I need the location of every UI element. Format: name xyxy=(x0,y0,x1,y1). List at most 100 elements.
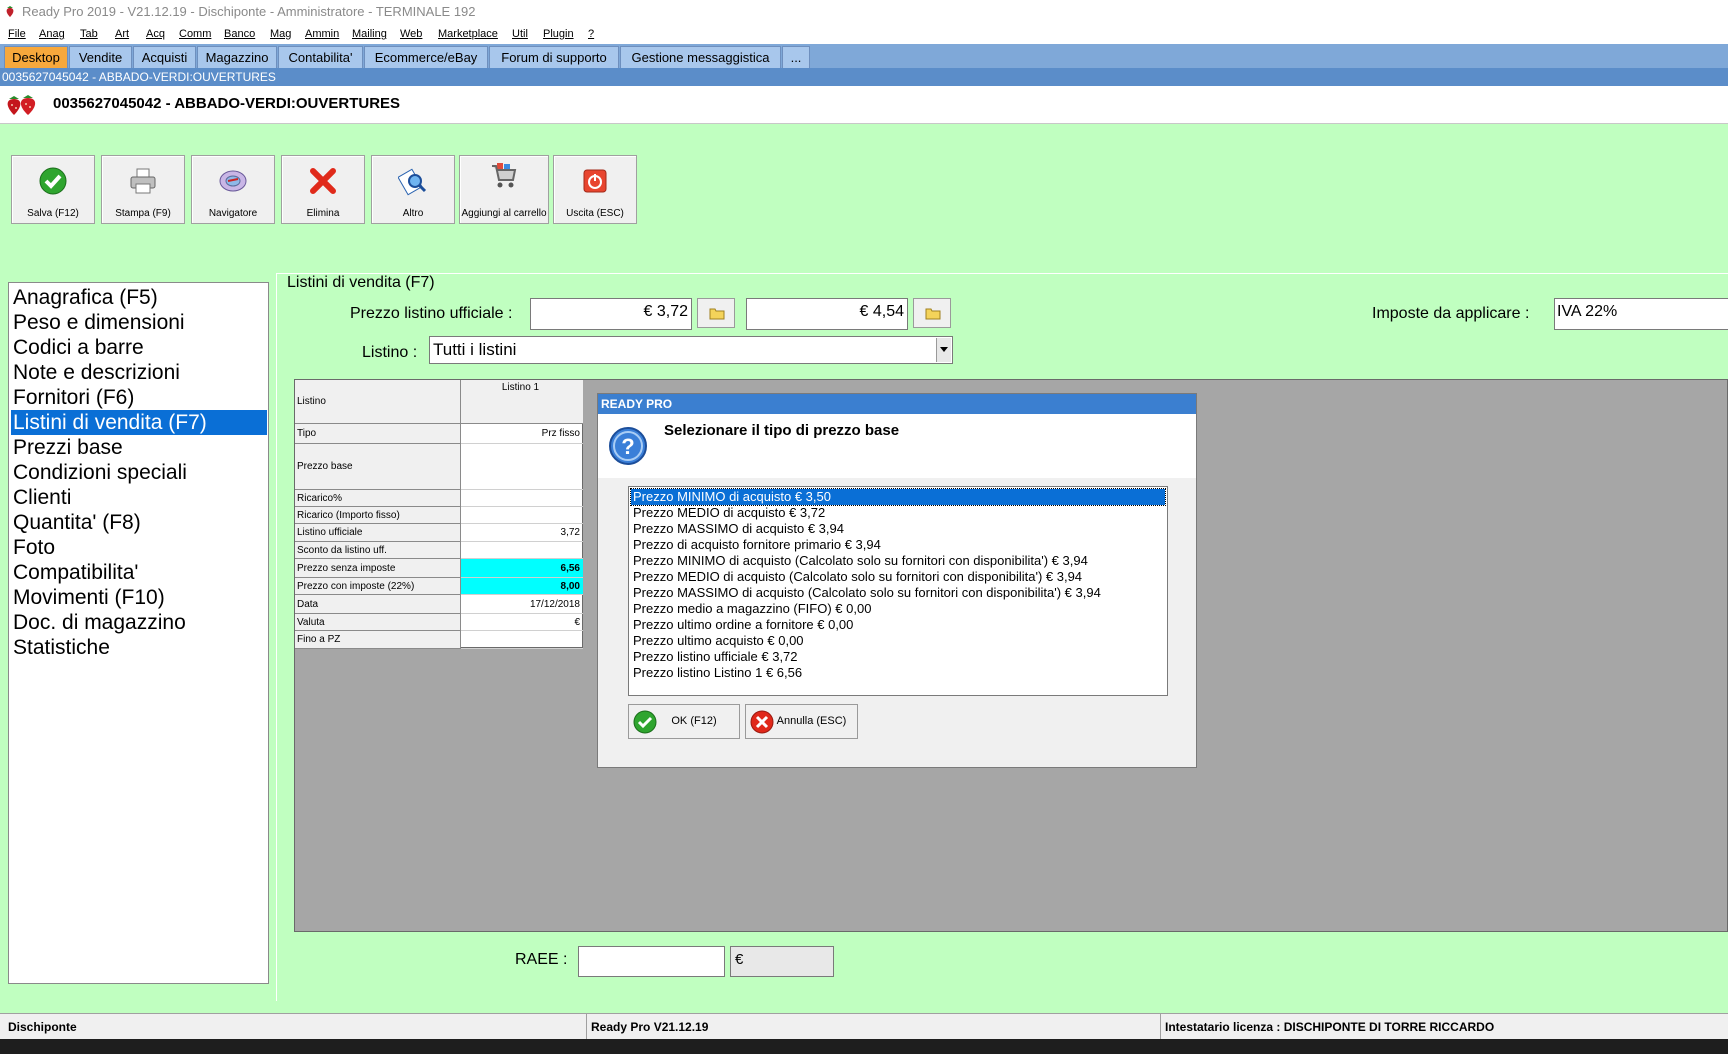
other-button-label: Altro xyxy=(402,208,424,219)
grid-row-value[interactable] xyxy=(461,631,583,649)
nav-quantita[interactable]: Quantita' (F8) xyxy=(11,510,267,535)
navigator-button[interactable]: Navigatore xyxy=(191,155,275,224)
nav-fornitori[interactable]: Fornitori (F6) xyxy=(11,385,267,410)
list-item[interactable]: Prezzo di acquisto fornitore primario € … xyxy=(631,537,1165,553)
menu-mailing[interactable]: Mailing xyxy=(352,24,387,44)
window-title-bar: Ready Pro 2019 - V21.12.19 - Dischiponte… xyxy=(0,0,1728,24)
menu-acq[interactable]: Acq xyxy=(146,24,165,44)
grid-header-key: Listino xyxy=(295,380,461,424)
official-price-with-tax-field[interactable]: € 4,54 xyxy=(746,298,908,330)
grid-header-row: Listino Listino 1 xyxy=(295,380,583,424)
tab-more[interactable]: ... xyxy=(782,46,810,68)
add-to-cart-button[interactable]: Aggiungi al carrello xyxy=(459,155,549,224)
menu-tab[interactable]: Tab xyxy=(80,24,98,44)
grid-row-value[interactable]: 17/12/2018 xyxy=(461,595,583,614)
ok-button[interactable]: OK (F12) xyxy=(628,704,740,739)
print-button[interactable]: Stampa (F9) xyxy=(101,155,185,224)
nav-peso-dimensioni[interactable]: Peso e dimensioni xyxy=(11,310,267,335)
grid-row-value[interactable] xyxy=(461,490,583,507)
menu-banco[interactable]: Banco xyxy=(224,24,255,44)
menu-file[interactable]: File xyxy=(8,24,26,44)
ok-button-label: OK (F12) xyxy=(671,715,717,727)
menu-plugin[interactable]: Plugin xyxy=(543,24,574,44)
chevron-down-icon[interactable] xyxy=(936,338,951,362)
list-item[interactable]: Prezzo MEDIO di acquisto € 3,72 xyxy=(631,505,1165,521)
nav-note-descrizioni[interactable]: Note e descrizioni xyxy=(11,360,267,385)
menu-ammin[interactable]: Ammin xyxy=(305,24,339,44)
nav-statistiche[interactable]: Statistiche xyxy=(11,635,267,660)
grid-row-value[interactable]: € xyxy=(461,614,583,631)
nav-codici-barre[interactable]: Codici a barre xyxy=(11,335,267,360)
list-item[interactable]: Prezzo listino Listino 1 € 6,56 xyxy=(631,665,1165,681)
status-license: Intestatario licenza : DISCHIPONTE DI TO… xyxy=(1160,1014,1494,1040)
table-row: Ricarico% xyxy=(295,490,583,507)
list-item[interactable]: Prezzo MEDIO di acquisto (Calcolato solo… xyxy=(631,569,1165,585)
menu-anag[interactable]: Anag xyxy=(39,24,65,44)
strawberry-icon xyxy=(6,6,14,17)
table-row: Prezzo base xyxy=(295,444,583,490)
list-item[interactable]: Prezzo ultimo ordine a fornitore € 0,00 xyxy=(631,617,1165,633)
printer-icon xyxy=(130,168,156,194)
grid-row-value[interactable] xyxy=(461,444,583,490)
print-button-label: Stampa (F9) xyxy=(115,208,171,219)
nav-movimenti[interactable]: Movimenti (F10) xyxy=(11,585,267,610)
tab-contabilita[interactable]: Contabilita' xyxy=(278,46,363,68)
nav-clienti[interactable]: Clienti xyxy=(11,485,267,510)
nav-prezzi-base[interactable]: Prezzi base xyxy=(11,435,267,460)
menu-util[interactable]: Util xyxy=(512,24,528,44)
menu-help[interactable]: ? xyxy=(588,24,594,44)
grid-row-value[interactable] xyxy=(461,507,583,524)
nav-doc-magazzino[interactable]: Doc. di magazzino xyxy=(11,610,267,635)
nav-foto[interactable]: Foto xyxy=(11,535,267,560)
list-item[interactable]: Prezzo MASSIMO di acquisto € 3,94 xyxy=(631,521,1165,537)
delete-button[interactable]: Elimina xyxy=(281,155,365,224)
nav-condizioni-speciali[interactable]: Condizioni speciali xyxy=(11,460,267,485)
tab-ecommerce[interactable]: Ecommerce/eBay xyxy=(364,46,488,68)
menu-web[interactable]: Web xyxy=(400,24,422,44)
menu-comm[interactable]: Comm xyxy=(179,24,211,44)
raee-field[interactable] xyxy=(578,946,725,977)
grid-row-value[interactable]: 3,72 xyxy=(461,524,583,542)
base-price-options-list[interactable]: Prezzo MINIMO di acquisto € 3,50 Prezzo M… xyxy=(628,486,1168,696)
tab-vendite[interactable]: Vendite xyxy=(69,46,132,68)
grid-header-col[interactable]: Listino 1 xyxy=(461,380,583,424)
official-price-lookup-button[interactable] xyxy=(697,298,735,328)
tab-messaggistica[interactable]: Gestione messaggistica xyxy=(620,46,781,68)
article-title: 0035627045042 - ABBADO-VERDI:OUVERTURES xyxy=(53,95,401,112)
nav-listini-vendita[interactable]: Listini di vendita (F7) xyxy=(11,410,267,435)
save-button[interactable]: Salva (F12) xyxy=(11,155,95,224)
listino-select-value: Tutti i listini xyxy=(433,340,517,359)
list-item[interactable]: Prezzo MASSIMO di acquisto (Calcolato so… xyxy=(631,585,1165,601)
list-item[interactable]: Prezzo medio a magazzino (FIFO) € 0,00 xyxy=(631,601,1165,617)
listino-select[interactable]: Tutti i listini xyxy=(429,336,953,364)
tax-label: Imposte da applicare : xyxy=(1372,305,1530,322)
grid-row-value[interactable]: Prz fisso xyxy=(461,424,583,444)
list-item[interactable]: Prezzo listino ufficiale € 3,72 xyxy=(631,649,1165,665)
nav-anagrafica[interactable]: Anagrafica (F5) xyxy=(11,285,267,310)
list-item[interactable]: Prezzo MINIMO di acquisto € 3,50 xyxy=(630,488,1166,506)
tab-acquisti[interactable]: Acquisti xyxy=(133,46,196,68)
menu-art[interactable]: Art xyxy=(115,24,129,44)
tab-forum[interactable]: Forum di supporto xyxy=(489,46,619,68)
tax-field[interactable]: IVA 22% xyxy=(1554,298,1728,330)
official-price-field[interactable]: € 3,72 xyxy=(530,298,692,330)
list-item[interactable]: Prezzo MINIMO di acquisto (Calcolato sol… xyxy=(631,553,1165,569)
exit-button-label: Uscita (ESC) xyxy=(566,208,624,219)
raee-currency-field: € xyxy=(730,946,834,977)
grid-row-value[interactable]: 6,56 xyxy=(461,559,583,578)
tab-magazzino[interactable]: Magazzino xyxy=(197,46,277,68)
grid-row-value[interactable] xyxy=(461,542,583,559)
search-doc-icon xyxy=(398,168,427,196)
grid-row-key: Listino ufficiale xyxy=(295,524,461,542)
other-button[interactable]: Altro xyxy=(371,155,455,224)
menu-marketplace[interactable]: Marketplace xyxy=(438,24,498,44)
tab-desktop[interactable]: Desktop xyxy=(4,46,68,68)
add-to-cart-label: Aggiungi al carrello xyxy=(461,208,547,219)
list-item[interactable]: Prezzo ultimo acquisto € 0,00 xyxy=(631,633,1165,649)
grid-row-value[interactable]: 8,00 xyxy=(461,578,583,595)
exit-button[interactable]: Uscita (ESC) xyxy=(553,155,637,224)
cancel-button[interactable]: Annulla (ESC) xyxy=(745,704,858,739)
price-with-tax-lookup-button[interactable] xyxy=(913,298,951,328)
nav-compatibilita[interactable]: Compatibilita' xyxy=(11,560,267,585)
menu-mag[interactable]: Mag xyxy=(270,24,291,44)
